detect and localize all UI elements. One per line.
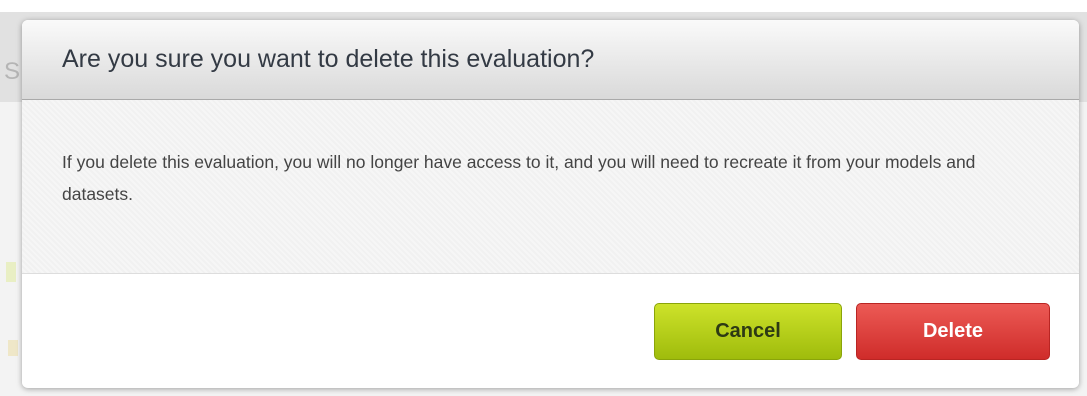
dialog-header: Are you sure you want to delete this eva… [22, 20, 1079, 100]
background-fragment [8, 340, 18, 356]
cancel-button[interactable]: Cancel [654, 303, 842, 360]
background-fragment [6, 262, 16, 282]
dialog-message: If you delete this evaluation, you will … [62, 152, 976, 204]
background-fragment: S [4, 58, 21, 85]
dialog-title: Are you sure you want to delete this eva… [62, 45, 595, 73]
dialog-body: If you delete this evaluation, you will … [22, 100, 1079, 274]
delete-button[interactable]: Delete [856, 303, 1050, 360]
background-topbar [0, 0, 1087, 12]
dialog-footer: Cancel Delete [22, 274, 1079, 387]
delete-confirmation-dialog: Are you sure you want to delete this eva… [22, 20, 1079, 388]
